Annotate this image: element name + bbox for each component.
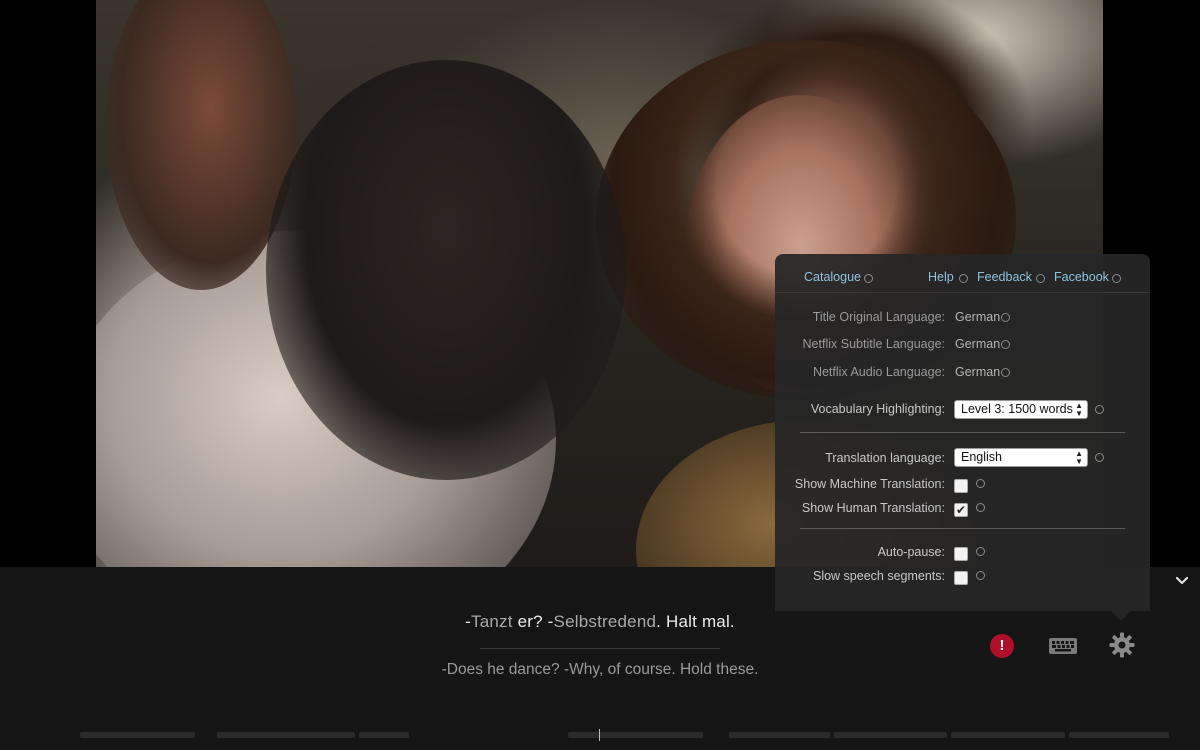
facebook-link[interactable]: Facebook bbox=[1054, 270, 1109, 284]
scene-background-figures bbox=[266, 60, 626, 480]
catalogue-info-icon[interactable] bbox=[864, 274, 873, 283]
translation-language-value: English bbox=[961, 450, 1002, 464]
settings-panel-pointer bbox=[1110, 610, 1132, 621]
netflix-subtitle-language-label: Netflix Subtitle Language: bbox=[802, 337, 945, 351]
facebook-info-icon[interactable] bbox=[1112, 274, 1121, 283]
timeline-playhead[interactable] bbox=[599, 729, 600, 741]
report-alert-button[interactable]: ! bbox=[990, 634, 1014, 658]
catalogue-link[interactable]: Catalogue bbox=[804, 270, 861, 284]
slow-speech-segments-checkbox[interactable] bbox=[954, 571, 968, 585]
subtitle-segment[interactable]: er? - bbox=[513, 612, 554, 631]
subtitle-word-selbstredend[interactable]: Selbstredend bbox=[554, 612, 657, 631]
subtitle-text: -Tanzt er? -Selbstredend. Halt mal. bbox=[0, 612, 1200, 632]
info-icon[interactable] bbox=[976, 503, 985, 512]
subtitle-word-tanzt[interactable]: Tanzt bbox=[471, 612, 513, 631]
netflix-audio-language-label: Netflix Audio Language: bbox=[812, 365, 945, 379]
help-link[interactable]: Help bbox=[928, 270, 954, 284]
title-original-language-label: Title Original Language: bbox=[812, 310, 945, 324]
timeline-segment[interactable] bbox=[80, 732, 195, 738]
timeline-segment[interactable] bbox=[217, 732, 355, 738]
gear-icon[interactable] bbox=[1108, 631, 1136, 659]
select-arrows-icon: ▲ ▼ bbox=[1075, 401, 1083, 418]
info-icon[interactable] bbox=[1001, 340, 1010, 349]
timeline-segment[interactable] bbox=[568, 732, 703, 738]
vocabulary-highlighting-value: Level 3: 1500 words bbox=[961, 402, 1073, 416]
subtitle-divider bbox=[480, 648, 720, 649]
timeline-segment[interactable] bbox=[729, 732, 830, 738]
show-human-translation-label: Show Human Translation: bbox=[801, 501, 945, 515]
translation-language-select[interactable]: English ▲ ▼ bbox=[954, 448, 1088, 467]
info-icon[interactable] bbox=[1095, 453, 1104, 462]
show-machine-translation-label: Show Machine Translation: bbox=[794, 477, 945, 491]
timeline-segment[interactable] bbox=[1069, 732, 1169, 738]
panel-header-divider bbox=[775, 292, 1150, 293]
timeline-segment[interactable] bbox=[951, 732, 1065, 738]
auto-pause-checkbox[interactable] bbox=[954, 547, 968, 561]
netflix-audio-language-value: German bbox=[955, 365, 1001, 379]
select-arrows-icon: ▲ ▼ bbox=[1075, 449, 1083, 466]
info-icon[interactable] bbox=[976, 547, 985, 556]
help-info-icon[interactable] bbox=[959, 274, 968, 283]
show-machine-translation-checkbox[interactable] bbox=[954, 479, 968, 493]
keyboard-icon[interactable] bbox=[1048, 635, 1078, 657]
slow-speech-segments-label: Slow speech segments: bbox=[812, 569, 945, 583]
netflix-subtitle-language-value: German bbox=[955, 337, 1001, 351]
info-icon[interactable] bbox=[1095, 405, 1104, 414]
chevron-down-icon[interactable] bbox=[1172, 571, 1192, 591]
auto-pause-label: Auto-pause: bbox=[877, 545, 945, 559]
feedback-info-icon[interactable] bbox=[1036, 274, 1045, 283]
show-human-translation-checkbox[interactable]: ✔ bbox=[954, 503, 968, 517]
translation-text: -Does he dance? -Why, of course. Hold th… bbox=[441, 661, 759, 678]
timeline-segment[interactable] bbox=[834, 732, 947, 738]
timeline-segment[interactable] bbox=[359, 732, 409, 738]
vocabulary-highlighting-select[interactable]: Level 3: 1500 words ▲ ▼ bbox=[954, 400, 1088, 419]
section-divider bbox=[800, 528, 1125, 529]
info-icon[interactable] bbox=[976, 571, 985, 580]
vocabulary-highlighting-label: Vocabulary Highlighting: bbox=[810, 402, 945, 416]
translation-language-label: Translation language: bbox=[825, 451, 945, 465]
info-icon[interactable] bbox=[976, 479, 985, 488]
section-divider bbox=[800, 432, 1125, 433]
feedback-link[interactable]: Feedback bbox=[977, 270, 1032, 284]
settings-panel: Catalogue Help Feedback Facebook Title O… bbox=[775, 254, 1150, 611]
info-icon[interactable] bbox=[1001, 313, 1010, 322]
panel-links: Catalogue Help Feedback Facebook bbox=[775, 254, 1150, 294]
subtitle-segment[interactable]: . Halt mal. bbox=[656, 612, 735, 631]
title-original-language-value: German bbox=[955, 310, 1001, 324]
info-icon[interactable] bbox=[1001, 368, 1010, 377]
